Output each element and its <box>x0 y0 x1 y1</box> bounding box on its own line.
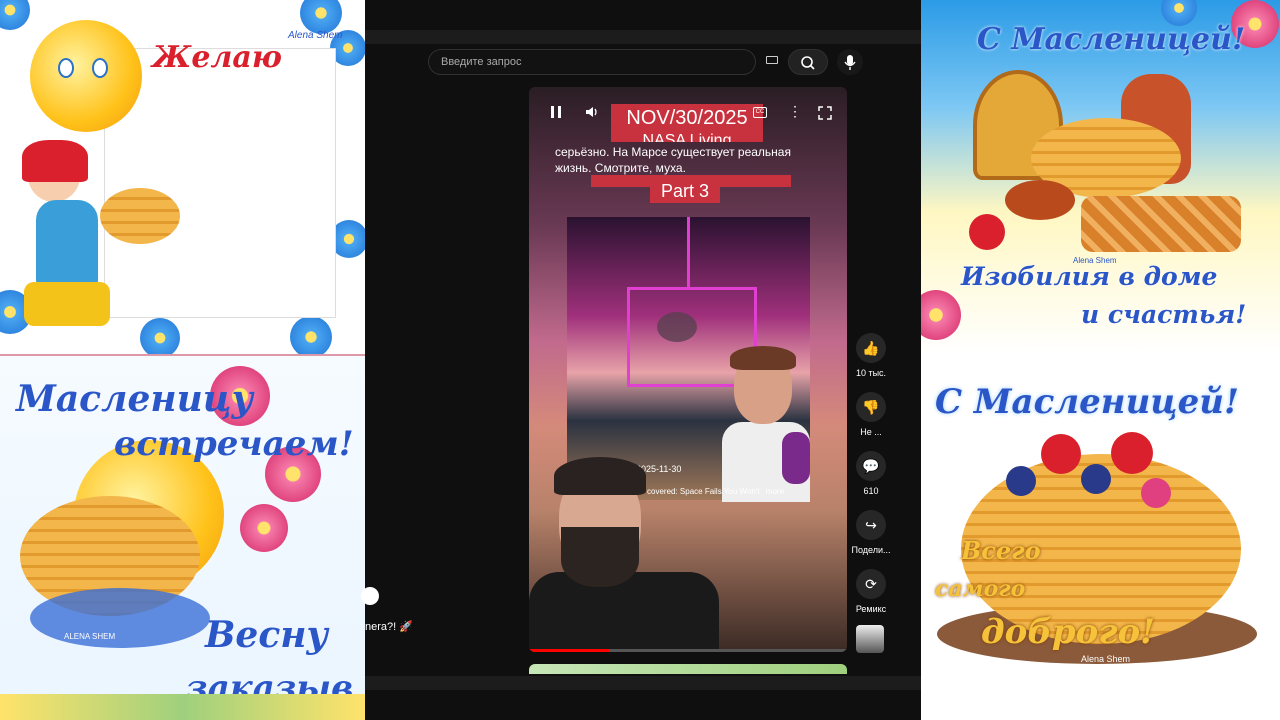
card-line: доброго! <box>981 612 1156 652</box>
flower-decoration <box>240 504 288 552</box>
card-title: С Масленицей! <box>935 382 1239 422</box>
card-line: встречаем! <box>114 424 354 464</box>
grass-strip <box>0 694 365 720</box>
mic-icon <box>844 55 856 70</box>
neon-line <box>687 217 690 287</box>
pie-icon <box>1081 196 1241 252</box>
like-button[interactable]: 👍 10 тыс. <box>847 333 895 392</box>
card-line: и счастья! <box>1081 300 1247 329</box>
volume-icon <box>586 107 597 117</box>
action-label: Ремикс <box>855 604 887 614</box>
watermark: Alena Shem <box>1073 256 1117 265</box>
search-input[interactable]: Введите запрос <box>428 49 756 75</box>
shorts-player-area: Введите запрос sybe hw · 2025-11-30 cove… <box>361 0 921 720</box>
flower-decoration <box>140 318 180 354</box>
next-short-thumbnail[interactable] <box>529 664 847 674</box>
watermark: Alena Shem <box>288 30 343 41</box>
keyboard-icon[interactable] <box>766 56 778 64</box>
strawberry-icon <box>1041 434 1081 474</box>
dislike-icon: 👎 <box>856 392 886 422</box>
card-line: Всего <box>961 536 1041 565</box>
sun-icon <box>30 20 142 132</box>
action-rail: 👍 10 тыс. 👎 Не ... 💬 610 ↪ Подели... ⟳ Ремикс <box>847 333 895 628</box>
microphone-icon <box>782 432 810 484</box>
girl-skirt <box>24 282 110 326</box>
clip-more-link[interactable]: more <box>766 487 784 496</box>
captions-button[interactable]: CC <box>753 107 767 118</box>
bowl-icon <box>1005 180 1075 220</box>
greeting-card-meet: Масленицу встречаем! Весну заказыв ALENA… <box>0 354 365 720</box>
volume-button[interactable] <box>584 104 600 124</box>
expand-icon <box>818 106 832 120</box>
apple-icon <box>969 214 1005 250</box>
remix-button[interactable]: ⟳ Ремикс <box>847 569 895 628</box>
girl-dress <box>36 200 98 290</box>
bottom-strip <box>365 676 921 690</box>
search-button[interactable] <box>788 49 828 75</box>
card-line: Изобилия в доме <box>961 262 1218 291</box>
dislike-button[interactable]: 👎 Не ... <box>847 392 895 451</box>
cc-icon: CC <box>755 109 765 115</box>
flower-decoration <box>921 290 961 340</box>
comment-icon: 💬 <box>856 451 886 481</box>
card-title: Желаю <box>152 40 282 75</box>
action-label: Не ... <box>860 427 882 437</box>
overlay-title: NOV/30/2025 <box>611 104 763 132</box>
card-title: С Масленицей! <box>977 22 1246 57</box>
pause-icon <box>551 106 561 118</box>
progress-fill <box>529 649 609 652</box>
channel-avatar[interactable] <box>856 625 884 653</box>
more-options-button[interactable]: ⋮ <box>788 103 802 120</box>
remix-icon: ⟳ <box>856 569 886 599</box>
watermark: ALENA SHEM <box>64 632 116 641</box>
overlay-title-line2: NASA Living <box>611 132 763 142</box>
captions-text: серьёзно. На Марсе существует реальная ж… <box>555 145 791 175</box>
video-player[interactable]: sybe hw · 2025-11-30 covered: Space Fail… <box>529 87 847 652</box>
like-icon: 👍 <box>856 333 886 363</box>
flower-decoration <box>290 316 332 354</box>
watermark: Alena Shem <box>1081 654 1131 664</box>
girl-scarf <box>22 140 88 182</box>
pancake-stack-icon <box>100 188 180 244</box>
card-line: Весну <box>205 614 329 656</box>
greeting-card-best: С Масленицей! Всего самого доброго! Alen… <box>921 354 1280 720</box>
nav-arrow-button[interactable] <box>361 587 379 605</box>
flower-decoration <box>0 0 30 30</box>
share-icon: ↪ <box>856 510 886 540</box>
side-video-title[interactable]: nera?! 🚀 <box>365 620 413 633</box>
voice-search-button[interactable] <box>837 49 863 75</box>
screen: Желаю Alena Shem Масленицу встречаем! Ве… <box>0 0 1280 720</box>
card-line: Масленицу <box>16 378 254 420</box>
fullscreen-button[interactable] <box>817 105 833 125</box>
raspberry-icon <box>1141 478 1171 508</box>
top-strip <box>365 30 921 44</box>
fly-shape <box>657 312 697 342</box>
greeting-card-maslenitsa: С Масленицей! Изобилия в доме и счастья!… <box>921 0 1280 354</box>
comment-button[interactable]: 💬 610 <box>847 451 895 510</box>
more-vertical-icon: ⋮ <box>788 103 802 119</box>
share-button[interactable]: ↪ Подели... <box>847 510 895 569</box>
flower-decoration <box>300 0 342 34</box>
blueberry-icon <box>1081 464 1111 494</box>
plate <box>30 588 210 648</box>
action-label: Подели... <box>851 545 891 555</box>
search-icon <box>801 56 815 70</box>
overlay-part: Part 3 <box>650 179 720 203</box>
creator-person <box>529 457 719 652</box>
blueberry-icon <box>1006 466 1036 496</box>
guest-person <box>722 346 810 502</box>
action-label: 10 тыс. <box>855 368 887 378</box>
action-label: 610 <box>863 486 879 496</box>
progress-bar[interactable] <box>529 649 847 652</box>
strawberry-icon <box>1111 432 1153 474</box>
card-line: самого <box>935 576 1026 602</box>
greeting-card-wish: Желаю Alena Shem <box>0 0 365 354</box>
pause-button[interactable] <box>549 104 563 124</box>
